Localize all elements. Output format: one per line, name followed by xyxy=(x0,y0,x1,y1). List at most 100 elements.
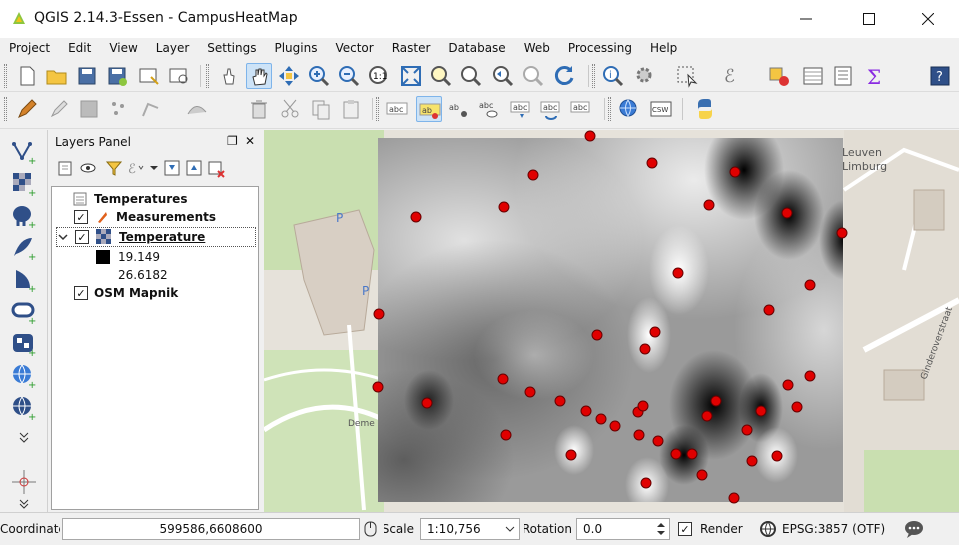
move-label-button[interactable]: abc xyxy=(508,96,534,122)
measurement-point[interactable] xyxy=(696,469,708,481)
measurement-point[interactable] xyxy=(804,279,816,291)
toolbar-handle[interactable] xyxy=(592,64,595,88)
layer-visibility-checkbox[interactable]: ✓ xyxy=(74,286,88,300)
current-edits-button[interactable] xyxy=(14,96,40,122)
measurement-point[interactable] xyxy=(373,308,385,320)
digitize-button[interactable] xyxy=(10,468,38,496)
paste-features-button[interactable] xyxy=(338,96,364,122)
zoom-out-button[interactable] xyxy=(336,63,362,89)
measurement-point[interactable] xyxy=(639,343,651,355)
close-button[interactable] xyxy=(905,0,951,38)
measurement-point[interactable] xyxy=(421,397,433,409)
pan-map-button[interactable] xyxy=(246,63,272,89)
save-project-button[interactable] xyxy=(74,63,100,89)
measurement-point[interactable] xyxy=(554,395,566,407)
add-postgis-layer-button[interactable]: + xyxy=(10,202,38,231)
measurement-point[interactable] xyxy=(672,267,684,279)
measurement-point[interactable] xyxy=(755,405,767,417)
layer-labeling-button[interactable]: ab xyxy=(416,96,442,122)
pan-to-selection-button[interactable] xyxy=(276,63,302,89)
zoom-last-button[interactable] xyxy=(490,63,516,89)
identify-button[interactable]: i xyxy=(600,63,626,89)
add-vector-layer-button[interactable]: + xyxy=(10,138,38,167)
measurement-point[interactable] xyxy=(771,450,783,462)
measurement-point[interactable] xyxy=(652,435,664,447)
measurement-point[interactable] xyxy=(410,211,422,223)
python-console-button[interactable] xyxy=(692,96,718,122)
layer-visibility-checkbox[interactable]: ✓ xyxy=(75,230,89,244)
show-hide-labels-button[interactable]: abc xyxy=(476,96,502,122)
select-features-button[interactable] xyxy=(674,63,700,89)
add-csw-button[interactable]: CSW xyxy=(648,96,674,122)
rotation-spinbox[interactable]: 0.0 xyxy=(576,518,670,540)
add-spatialite-layer-button[interactable]: + xyxy=(10,234,38,263)
measurement-point[interactable] xyxy=(701,410,713,422)
add-wcs-layer-button[interactable]: + xyxy=(10,394,38,423)
measurement-point[interactable] xyxy=(836,227,848,239)
measurement-point[interactable] xyxy=(500,429,512,441)
crs-label[interactable]: EPSG:3857 (OTF) xyxy=(782,522,885,536)
measurement-point[interactable] xyxy=(729,166,741,178)
run-action-button[interactable] xyxy=(632,63,658,89)
node-tool-button[interactable] xyxy=(184,96,210,122)
menu-edit[interactable]: Edit xyxy=(59,38,100,59)
toggle-editing-button[interactable] xyxy=(46,96,72,122)
layer-measurements[interactable]: ✓ Measurements xyxy=(74,207,216,227)
add-db2-layer-button[interactable]: + xyxy=(10,330,38,359)
zoom-in-button[interactable] xyxy=(306,63,332,89)
zoom-to-selection-button[interactable] xyxy=(428,63,454,89)
menu-web[interactable]: Web xyxy=(515,38,559,59)
statistics-button[interactable] xyxy=(830,63,856,89)
render-checkbox[interactable]: ✓ xyxy=(678,522,692,536)
menu-raster[interactable]: Raster xyxy=(383,38,440,59)
scale-combobox[interactable]: 1:10,756 xyxy=(420,518,520,540)
remove-layer-button[interactable] xyxy=(206,158,226,178)
float-panel-button[interactable]: ❐ xyxy=(227,134,238,148)
measurement-point[interactable] xyxy=(580,405,592,417)
map-canvas[interactable]: Leuven Limburg Ginderoverstraat Deme P P xyxy=(264,130,959,512)
measurement-point[interactable] xyxy=(782,379,794,391)
change-label-button[interactable]: abc xyxy=(568,96,594,122)
menu-plugins[interactable]: Plugins xyxy=(265,38,326,59)
menu-layer[interactable]: Layer xyxy=(147,38,198,59)
measurement-point[interactable] xyxy=(524,386,536,398)
layer-temperature[interactable]: ✓ Temperature xyxy=(56,227,256,247)
crs-button[interactable] xyxy=(758,519,778,539)
measurement-point[interactable] xyxy=(710,395,722,407)
menu-database[interactable]: Database xyxy=(439,38,514,59)
chevron-down-icon[interactable] xyxy=(57,231,69,243)
spin-arrows-icon[interactable] xyxy=(655,520,667,538)
measurement-point[interactable] xyxy=(746,455,758,467)
layer-osm-mapnik[interactable]: ✓ OSM Mapnik xyxy=(74,283,178,303)
measurement-point[interactable] xyxy=(633,429,645,441)
copy-features-button[interactable] xyxy=(308,96,334,122)
measurement-point[interactable] xyxy=(791,401,803,413)
add-oracle-layer-button[interactable]: + xyxy=(10,298,38,327)
cut-features-button[interactable] xyxy=(278,96,304,122)
coordinate-field[interactable]: 599586,6608600 xyxy=(62,518,360,540)
delete-selected-button[interactable] xyxy=(246,96,272,122)
help-button[interactable]: ? xyxy=(927,63,953,89)
menu-settings[interactable]: Settings xyxy=(198,38,265,59)
measurement-point[interactable] xyxy=(649,326,661,338)
messages-button[interactable] xyxy=(903,519,925,539)
toggle-extents-button[interactable] xyxy=(362,520,380,538)
toolbar-handle[interactable] xyxy=(608,97,611,121)
composer-manager-button[interactable] xyxy=(166,63,192,89)
filter-legend-button[interactable] xyxy=(104,158,124,178)
zoom-actual-size-button[interactable]: 1:1 xyxy=(366,63,392,89)
expression-dropdown-button[interactable] xyxy=(148,158,160,178)
menu-processing[interactable]: Processing xyxy=(559,38,641,59)
pin-labels-button[interactable]: ab xyxy=(446,96,472,122)
measurement-point[interactable] xyxy=(498,201,510,213)
move-feature-button[interactable] xyxy=(138,96,164,122)
save-layer-edits-button[interactable] xyxy=(76,96,102,122)
layer-group-temperatures[interactable]: Temperatures xyxy=(72,189,187,209)
measurement-point[interactable] xyxy=(584,130,596,142)
select-by-expression-button[interactable]: ℰ xyxy=(720,63,746,89)
measurement-point[interactable] xyxy=(372,381,384,393)
label-toolbar-button[interactable]: abc xyxy=(384,96,410,122)
measurement-point[interactable] xyxy=(497,373,509,385)
more-tools-button[interactable] xyxy=(10,430,38,444)
measurement-point[interactable] xyxy=(686,448,698,460)
